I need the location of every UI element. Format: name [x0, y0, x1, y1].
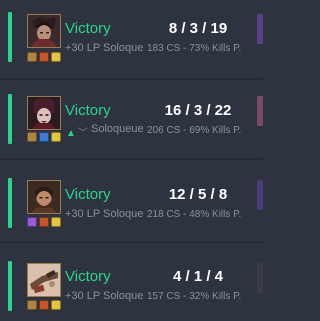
summoner-spell-icon [51, 300, 61, 310]
match-row[interactable]: Victory +30 LP Soloqueue 8 / 3 / 19 183 … [0, 0, 263, 78]
chevron-down-icon: ﹀ [77, 128, 88, 139]
victory-indicator-bar [8, 261, 12, 311]
cs-kill-participation: 183 CS - 73% Kills P. [147, 43, 242, 54]
adjacent-panel-edge [257, 14, 263, 44]
kda-score: 8 / 3 / 19 [168, 20, 228, 37]
lp-change-text: +30 LP Soloqueue [65, 208, 143, 220]
kda-score: 4 / 1 / 4 [172, 268, 224, 285]
match-history-list: Victory +30 LP Soloqueue 8 / 3 / 19 183 … [0, 0, 263, 321]
cs-kill-participation: 206 CS - 69% Kills P. [147, 125, 242, 136]
victory-indicator-bar [8, 178, 12, 228]
match-row[interactable]: Victory ▲ ﹀ Soloqueue 16 / 3 / 22 206 CS … [0, 80, 263, 158]
queue-mode-text: Soloqueue [91, 123, 143, 135]
rune-icon [27, 132, 37, 142]
summoner-spell-icon [51, 132, 61, 142]
victory-indicator-bar [8, 94, 12, 144]
champion-portrait-icon[interactable] [27, 263, 61, 297]
summoner-spell-icon [39, 132, 49, 142]
summoner-spell-icon [39, 52, 49, 62]
summoner-spell-icon [51, 217, 61, 227]
match-row[interactable]: Victory +30 LP Soloqueue 4 / 1 / 4 157 C… [0, 243, 263, 321]
summoner-spell-icon [51, 52, 61, 62]
lp-change-text: +30 LP Soloqueue [65, 290, 143, 302]
kda-score: 16 / 3 / 22 [164, 102, 232, 119]
rune-icon [27, 52, 37, 62]
match-result-label: Victory [65, 20, 111, 37]
champion-portrait-icon[interactable] [27, 180, 61, 214]
adjacent-panel-edge [257, 263, 263, 293]
victory-indicator-bar [8, 12, 12, 62]
match-result-label: Victory [65, 102, 111, 119]
summoner-spell-icon [39, 300, 49, 310]
kda-score: 12 / 5 / 8 [168, 186, 228, 203]
lp-change-text: +30 LP Soloqueue [65, 42, 143, 54]
champion-portrait-icon[interactable] [27, 14, 61, 48]
adjacent-panel-edge [257, 96, 263, 126]
rank-up-arrow-icon: ▲ [66, 128, 76, 139]
cs-kill-participation: 218 CS - 48% Kills P. [147, 209, 242, 220]
cs-kill-participation: 157 CS - 32% Kills P. [147, 291, 242, 302]
lp-change-icons: ▲ ﹀ [66, 124, 88, 139]
match-row[interactable]: Victory +30 LP Soloqueue 12 / 5 / 8 218 … [0, 160, 263, 238]
match-result-label: Victory [65, 268, 111, 285]
summoner-spell-icon [39, 217, 49, 227]
rune-icon [27, 217, 37, 227]
champion-portrait-icon[interactable] [27, 96, 61, 130]
rune-icon [27, 300, 37, 310]
adjacent-panel-edge [257, 180, 263, 210]
match-result-label: Victory [65, 186, 111, 203]
